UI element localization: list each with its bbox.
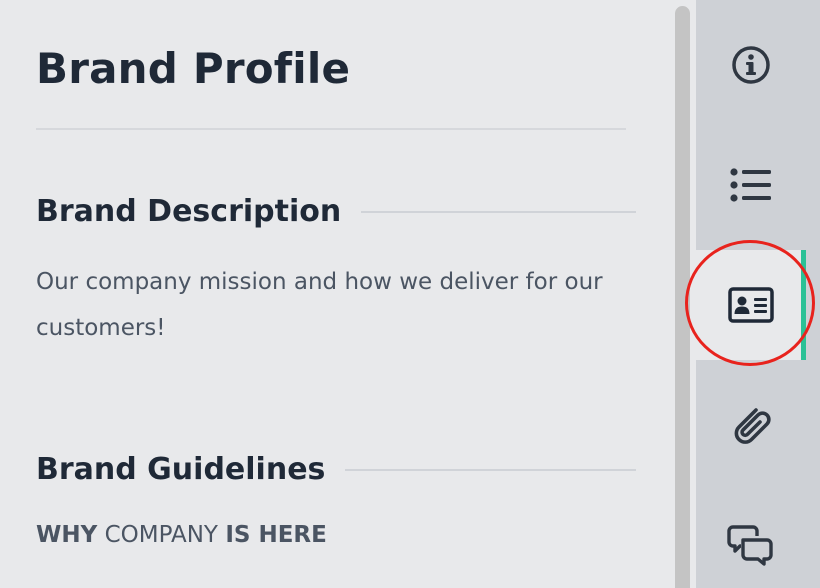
brand-guidelines-heading-row: Brand Guidelines	[36, 452, 636, 487]
section-divider	[345, 468, 636, 471]
guideline-bold-is-here: IS HERE	[225, 522, 327, 548]
brand-description-heading: Brand Description	[36, 194, 342, 229]
rail-info-button[interactable]	[696, 10, 806, 120]
brand-description-text: Our company mission and how we deliver f…	[36, 269, 603, 341]
page-title: Brand Profile	[36, 44, 351, 93]
scrollbar-thumb[interactable]	[675, 6, 690, 588]
brand-guidelines-heading: Brand Guidelines	[36, 452, 326, 487]
guidelines-first-line: WHY COMPANY IS HERE	[36, 522, 327, 548]
chat-icon	[727, 525, 773, 566]
rail-list-button[interactable]	[696, 130, 806, 240]
brand-profile-page: Brand Profile Brand Description Our comp…	[0, 0, 820, 588]
brand-description-heading-row: Brand Description	[36, 194, 636, 229]
rail-comments-button[interactable]	[696, 490, 806, 588]
rail-profile-button[interactable]	[696, 250, 806, 360]
rail-attachments-button[interactable]	[696, 370, 806, 480]
id-card-icon	[728, 287, 774, 323]
info-icon	[732, 46, 770, 84]
guideline-bold-why: WHY	[36, 522, 98, 548]
guideline-company: COMPANY	[97, 522, 226, 548]
section-divider	[361, 210, 636, 213]
active-tab-indicator	[801, 250, 806, 360]
title-divider	[36, 128, 626, 130]
list-icon	[730, 168, 771, 202]
paperclip-icon	[734, 408, 771, 444]
main-content: Brand Profile Brand Description Our comp…	[0, 0, 668, 588]
